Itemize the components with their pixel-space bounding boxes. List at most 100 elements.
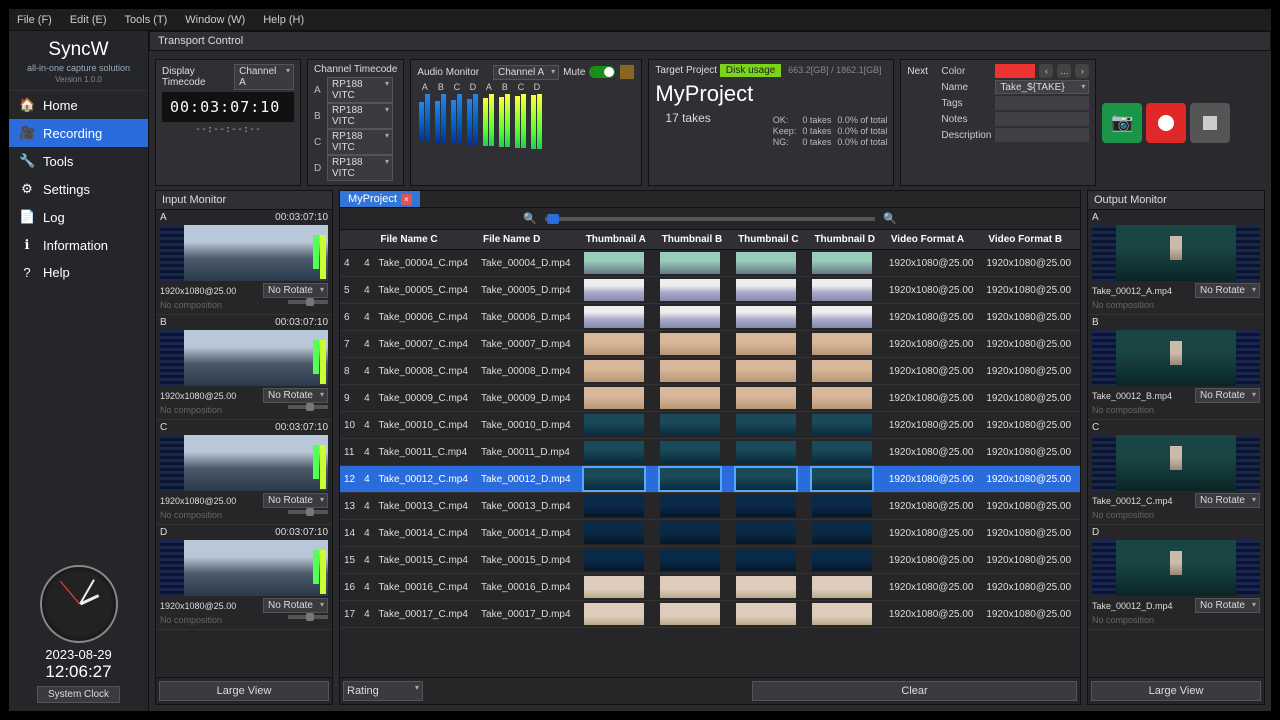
chan-B-tc-select[interactable]: RP188 VITC (327, 103, 393, 129)
table-row[interactable]: 64Take_00006_C.mp4Take_00006_D.mp41920x1… (340, 304, 1080, 331)
input-monitor-D[interactable]: D00:03:07:101920x1080@25.00No RotateNo c… (156, 525, 332, 630)
mon-rotate-select[interactable]: No Rotate (1195, 493, 1260, 508)
disk-usage-text: 663.2[GB] / 1862.1[GB] (788, 65, 882, 75)
nav-log[interactable]: 📄Log (9, 203, 148, 231)
table-header[interactable]: Thumbnail A (580, 230, 656, 250)
project-tab[interactable]: MyProject× (340, 191, 420, 207)
audio-group-label: C (449, 82, 464, 92)
thumbnail (660, 468, 720, 490)
next-button[interactable]: › (1075, 64, 1089, 78)
mon-composition: No composition (160, 615, 328, 625)
table-header[interactable] (360, 230, 374, 250)
mon-rotate-select[interactable]: No Rotate (263, 493, 328, 508)
table-row[interactable]: 144Take_00014_C.mp4Take_00014_D.mp41920x… (340, 520, 1080, 547)
table-row[interactable]: 164Take_00016_C.mp4Take_00016_D.mp41920x… (340, 574, 1080, 601)
thumbnail (584, 252, 644, 274)
table-row[interactable]: 104Take_00010_C.mp4Take_00010_D.mp41920x… (340, 412, 1080, 439)
table-row[interactable]: 154Take_00015_C.mp4Take_00015_D.mp41920x… (340, 547, 1080, 574)
mon-rotate-select[interactable]: No Rotate (263, 388, 328, 403)
nav-information[interactable]: ℹInformation (9, 231, 148, 259)
nav-recording[interactable]: 🎥Recording (9, 119, 148, 147)
table-row[interactable]: 74Take_00007_C.mp4Take_00007_D.mp41920x1… (340, 331, 1080, 358)
display-tc-channel-select[interactable]: Channel A (234, 64, 294, 90)
stop-button[interactable] (1190, 103, 1230, 143)
table-row[interactable]: 44Take_00004_C.mp4Take_00004_D.mp41920x1… (340, 250, 1080, 277)
chan-A-tc-select[interactable]: RP188 VITC (327, 77, 393, 103)
mon-rotate-select[interactable]: No Rotate (263, 598, 328, 613)
input-monitor-A[interactable]: A00:03:07:101920x1080@25.00No RotateNo c… (156, 210, 332, 315)
mon-rotate-select[interactable]: No Rotate (1195, 283, 1260, 298)
zoom-out-icon[interactable]: 🔍 (523, 212, 537, 225)
mon-rotate-select[interactable]: No Rotate (1195, 388, 1260, 403)
table-row[interactable]: 54Take_00005_C.mp4Take_00005_D.mp41920x1… (340, 277, 1080, 304)
desc-field[interactable] (995, 128, 1089, 142)
nav-label: Settings (43, 182, 90, 197)
nav-help[interactable]: ?Help (9, 259, 148, 286)
clear-button[interactable]: Clear (752, 681, 1077, 701)
mon-resolution: 1920x1080@25.00 (160, 496, 236, 506)
table-row[interactable]: 124Take_00012_C.mp4Take_00012_D.mp41920x… (340, 466, 1080, 493)
tags-field[interactable] (995, 96, 1089, 110)
menu-item[interactable]: Window (W) (183, 14, 247, 26)
menu-item[interactable]: Tools (T) (123, 14, 170, 26)
output-monitor-A[interactable]: ATake_00012_A.mp4No RotateNo composition (1088, 210, 1264, 315)
nav-settings[interactable]: ⚙Settings (9, 175, 148, 203)
table-header[interactable]: Video Format B (982, 230, 1080, 250)
table-header[interactable]: Thumbnail D (808, 230, 884, 250)
mon-slider[interactable] (288, 615, 328, 619)
chan-C-tc-select[interactable]: RP188 VITC (327, 129, 393, 155)
nav-tools[interactable]: 🔧Tools (9, 147, 148, 175)
snapshot-button[interactable]: 📷 (1102, 103, 1142, 143)
mon-slider[interactable] (288, 510, 328, 514)
audio-config-button[interactable] (619, 64, 635, 80)
color-swatch[interactable] (995, 64, 1035, 78)
prev-button[interactable]: ‹ (1039, 64, 1053, 78)
table-row[interactable]: 134Take_00013_C.mp4Take_00013_D.mp41920x… (340, 493, 1080, 520)
rating-select[interactable]: Rating (343, 681, 423, 701)
record-button[interactable] (1146, 103, 1186, 143)
audio-channel-select[interactable]: Channel A (493, 65, 559, 80)
mon-composition: No composition (1092, 300, 1260, 310)
menu-item[interactable]: File (F) (15, 14, 54, 26)
output-monitor-B[interactable]: BTake_00012_B.mp4No RotateNo composition (1088, 315, 1264, 420)
nav-home[interactable]: 🏠Home (9, 91, 148, 119)
table-header[interactable]: Thumbnail B (656, 230, 732, 250)
mon-composition: No composition (1092, 405, 1260, 415)
table-header[interactable]: File Name D (477, 230, 580, 250)
output-monitor-C[interactable]: CTake_00012_C.mp4No RotateNo composition (1088, 420, 1264, 525)
table-header[interactable]: Thumbnail C (732, 230, 808, 250)
chan-D-tc-select[interactable]: RP188 VITC (327, 155, 393, 181)
name-field[interactable]: Take_${TAKE} (995, 80, 1089, 94)
mon-slider[interactable] (288, 405, 328, 409)
disk-usage-badge: Disk usage (720, 64, 781, 77)
table-header[interactable]: File Name C (374, 230, 477, 250)
zoom-slider[interactable] (545, 217, 875, 221)
notes-field[interactable] (995, 112, 1089, 126)
stat-value: 0 takes (802, 115, 831, 125)
input-monitor-B[interactable]: B00:03:07:101920x1080@25.00No RotateNo c… (156, 315, 332, 420)
close-tab-icon[interactable]: × (401, 194, 412, 205)
table-row[interactable]: 114Take_00011_C.mp4Take_00011_D.mp41920x… (340, 439, 1080, 466)
mon-rotate-select[interactable]: No Rotate (1195, 598, 1260, 613)
mute-toggle[interactable] (589, 66, 615, 78)
output-large-view-button[interactable]: Large View (1091, 681, 1261, 701)
stat-value: 0 takes (802, 137, 831, 147)
input-monitor-C[interactable]: C00:03:07:101920x1080@25.00No RotateNo c… (156, 420, 332, 525)
menu-item[interactable]: Help (H) (261, 14, 306, 26)
table-header[interactable] (340, 230, 360, 250)
mute-label: Mute (563, 67, 585, 78)
mon-rotate-select[interactable]: No Rotate (263, 283, 328, 298)
output-monitor-D[interactable]: DTake_00012_D.mp4No RotateNo composition (1088, 525, 1264, 630)
table-row[interactable]: 174Take_00017_C.mp4Take_00017_D.mp41920x… (340, 601, 1080, 628)
table-row[interactable]: 94Take_00009_C.mp4Take_00009_D.mp41920x1… (340, 385, 1080, 412)
takes-table[interactable]: File Name CFile Name DThumbnail AThumbna… (340, 230, 1080, 628)
system-clock-button[interactable]: System Clock (37, 686, 120, 703)
more-button[interactable]: … (1057, 64, 1071, 78)
input-large-view-button[interactable]: Large View (159, 681, 329, 701)
zoom-in-icon[interactable]: 🔍 (883, 212, 897, 225)
home-icon: 🏠 (19, 97, 35, 113)
menu-item[interactable]: Edit (E) (68, 14, 109, 26)
mon-slider[interactable] (288, 300, 328, 304)
table-row[interactable]: 84Take_00008_C.mp4Take_00008_D.mp41920x1… (340, 358, 1080, 385)
table-header[interactable]: Video Format A (885, 230, 983, 250)
